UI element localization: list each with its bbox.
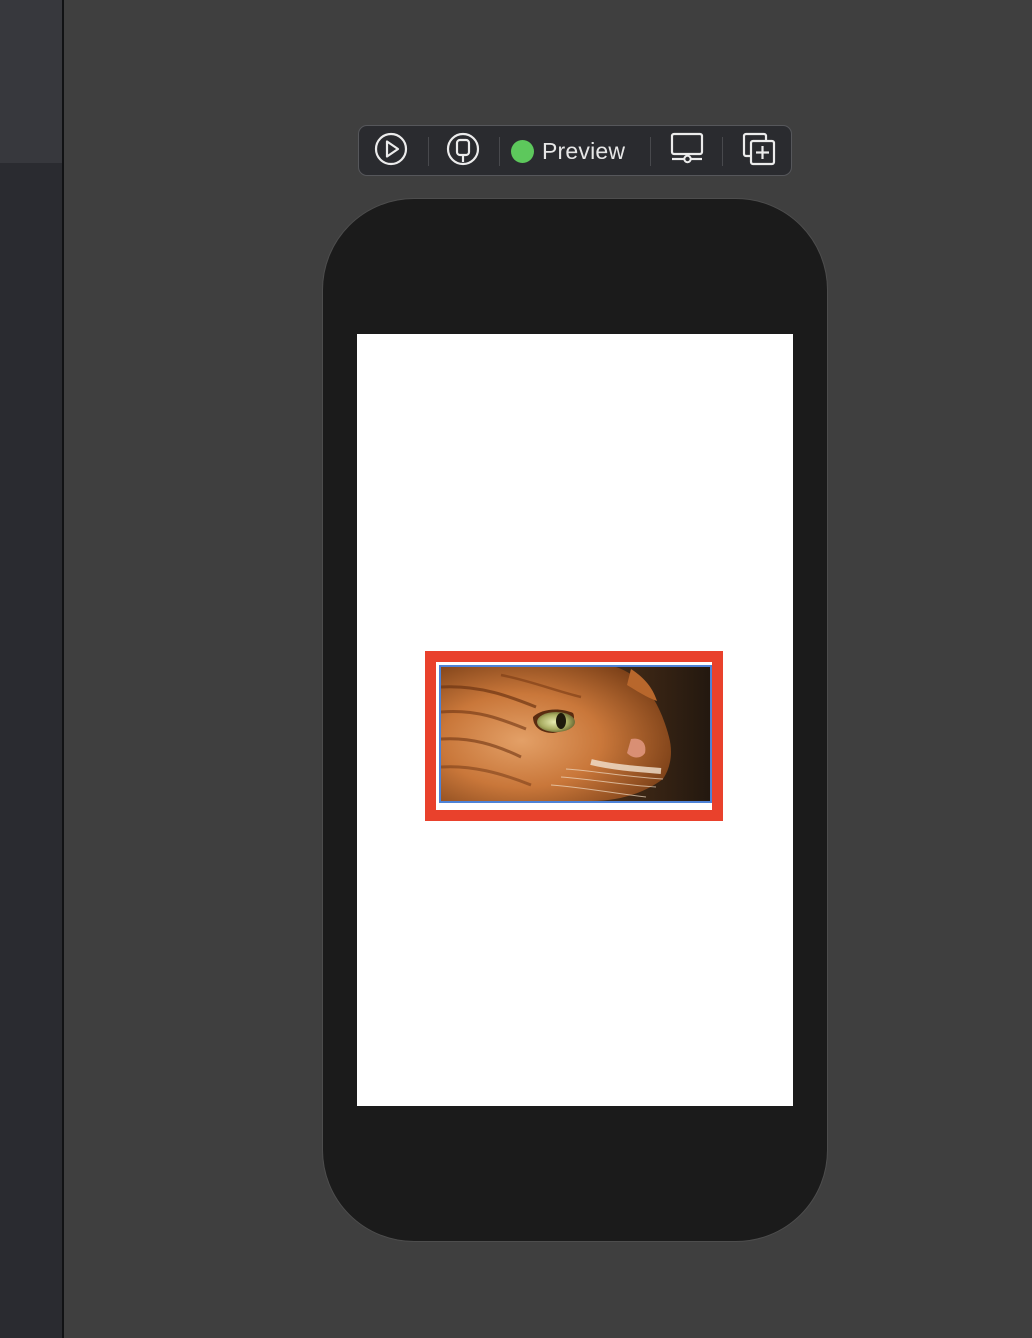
preview-status-button[interactable]: Preview: [511, 134, 625, 168]
cat-photo-graphic: [441, 667, 710, 801]
selectable-mode-button[interactable]: [445, 132, 481, 171]
toolbar-separator: [722, 137, 723, 166]
cat-image[interactable]: [439, 665, 712, 803]
toolbar-separator: [650, 137, 651, 166]
panel-divider[interactable]: [62, 0, 64, 1338]
device-settings-button[interactable]: [669, 132, 705, 171]
status-indicator-icon: [511, 139, 534, 163]
live-play-icon: [374, 132, 408, 171]
navigator-panel: [0, 0, 62, 1338]
preview-label: Preview: [542, 137, 626, 164]
duplicate-preview-icon: [741, 131, 777, 172]
live-preview-button[interactable]: [373, 132, 409, 171]
preview-toolbar: Preview: [358, 125, 792, 176]
toolbar-separator: [499, 137, 500, 166]
duplicate-preview-button[interactable]: [741, 132, 777, 168]
navigator-panel-header: [0, 0, 62, 163]
toolbar-separator: [428, 137, 429, 166]
device-settings-icon: [669, 132, 705, 171]
selectable-mode-icon: [446, 132, 480, 171]
